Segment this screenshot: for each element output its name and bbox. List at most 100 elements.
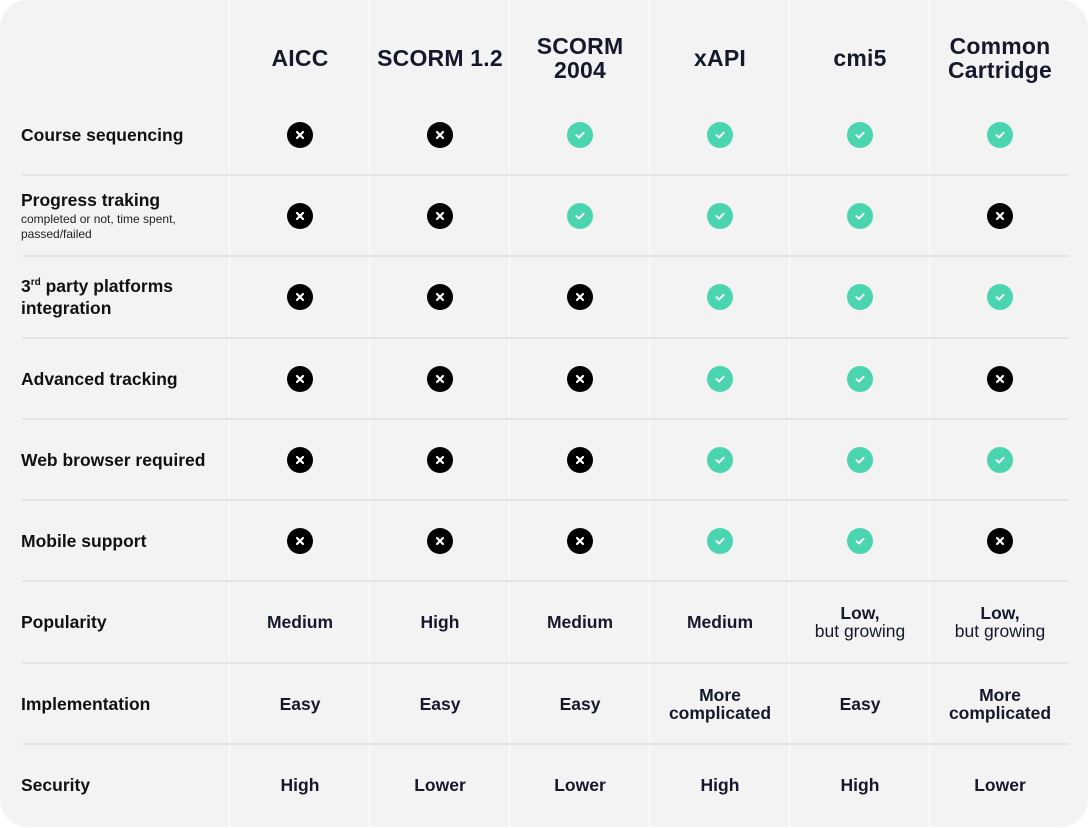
row-label: Advanced tracking	[21, 338, 226, 419]
table-cell: Lower	[510, 744, 650, 825]
row-divider	[22, 255, 1069, 257]
cell-subvalue: but growing	[814, 620, 906, 641]
text-row: Implementation Easy Easy Easy More complicat…	[0, 663, 1088, 744]
x-circle-icon	[287, 446, 313, 473]
table-cell	[650, 419, 790, 500]
table-cell: Medium	[230, 581, 370, 662]
cell-value: High	[280, 774, 320, 795]
check-circle-icon	[847, 527, 873, 554]
cell-value: Easy	[839, 693, 881, 714]
row-divider	[22, 174, 1069, 176]
table-cell: Lower	[930, 744, 1070, 825]
x-circle-icon	[567, 365, 593, 392]
table-cell	[370, 500, 510, 581]
feature-row: Course sequencing	[0, 94, 1088, 175]
row-label: Security	[21, 774, 91, 795]
row-label: Mobile support	[21, 500, 226, 581]
x-circle-icon	[987, 202, 1013, 229]
check-circle-icon	[567, 121, 593, 148]
cell-value: Medium	[686, 611, 754, 632]
feature-row: Progress traking completed or not, time s…	[0, 175, 1088, 256]
table-cell	[230, 419, 370, 500]
table-cell: Low, but growing	[790, 581, 930, 662]
table-cell: Medium	[650, 581, 790, 662]
cell-value: Easy	[279, 693, 321, 714]
table-cell	[510, 500, 650, 581]
table-cell	[510, 419, 650, 500]
table-cell	[510, 94, 650, 175]
table-cell	[370, 175, 510, 256]
table-cell: Medium	[510, 581, 650, 662]
table-cell: Lower	[370, 744, 510, 825]
table-cell: High	[370, 581, 510, 662]
row-label-text: Advanced tracking	[21, 368, 226, 390]
cell-value: Medium	[266, 611, 334, 632]
feature-row: 3rd party platforms integration	[0, 256, 1088, 337]
table-cell	[230, 500, 370, 581]
cell-value: More complicated	[948, 684, 1052, 723]
check-circle-icon	[707, 202, 733, 229]
feature-row: Advanced tracking	[0, 338, 1088, 419]
table-cell	[790, 94, 930, 175]
row-label-text: Mobile support	[21, 530, 226, 552]
x-circle-icon	[427, 283, 453, 310]
cell-value: High	[420, 611, 460, 632]
check-circle-icon	[847, 202, 873, 229]
cell-value: More complicated	[668, 684, 772, 723]
check-circle-icon	[567, 202, 593, 229]
table-cell: High	[230, 744, 370, 825]
x-circle-icon	[427, 121, 453, 148]
check-circle-icon	[987, 283, 1013, 310]
table-cell	[230, 175, 370, 256]
ordinal-suffix: rd	[30, 276, 41, 288]
table-cell	[650, 175, 790, 256]
table-cell	[510, 338, 650, 419]
feature-row: Web browser required	[0, 419, 1088, 500]
check-circle-icon	[707, 527, 733, 554]
row-label-main: Mobile support	[21, 530, 147, 551]
table-cell	[230, 338, 370, 419]
table-cell	[930, 256, 1070, 337]
row-label: Course sequencing	[21, 94, 226, 175]
feature-row: Mobile support	[0, 500, 1088, 581]
table-cell	[650, 500, 790, 581]
row-label: Progress traking completed or not, time s…	[21, 175, 226, 256]
table-cell	[650, 338, 790, 419]
x-circle-icon	[427, 527, 453, 554]
x-circle-icon	[427, 202, 453, 229]
check-circle-icon	[707, 365, 733, 392]
table-cell	[930, 94, 1070, 175]
row-divider	[22, 337, 1069, 339]
cell-value: High	[840, 774, 880, 795]
row-label: Web browser required	[21, 419, 226, 500]
check-circle-icon	[707, 446, 733, 473]
x-circle-icon	[987, 527, 1013, 554]
comparison-table: AICC SCORM 1.2 SCORM 2004 xAPI cmi5 Comm…	[0, 0, 1088, 827]
table-cell	[790, 175, 930, 256]
row-label-main: Course sequencing	[21, 124, 184, 145]
x-circle-icon	[427, 446, 453, 473]
table-cell: High	[650, 744, 790, 825]
check-circle-icon	[847, 446, 873, 473]
cell-value: Easy	[559, 693, 601, 714]
table-cell: Easy	[510, 663, 650, 744]
row-label-main: Advanced tracking	[21, 368, 178, 389]
table-cell	[650, 94, 790, 175]
check-circle-icon	[707, 283, 733, 310]
cell-value: Lower	[414, 774, 466, 795]
row-label: Implementation	[21, 693, 151, 714]
row-label-text: Course sequencing	[21, 124, 226, 146]
check-circle-icon	[847, 121, 873, 148]
table-cell	[510, 175, 650, 256]
table-cell	[650, 256, 790, 337]
table-cell: More complicated	[930, 663, 1070, 744]
x-circle-icon	[567, 283, 593, 310]
check-circle-icon	[987, 446, 1013, 473]
table-cell: More complicated	[650, 663, 790, 744]
cell-value: Lower	[554, 774, 606, 795]
row-label-main: Web browser required	[21, 449, 206, 470]
cell-value: Medium	[546, 611, 614, 632]
table-cell	[370, 419, 510, 500]
table-cell	[370, 338, 510, 419]
row-label-prefix: 3	[21, 275, 31, 296]
